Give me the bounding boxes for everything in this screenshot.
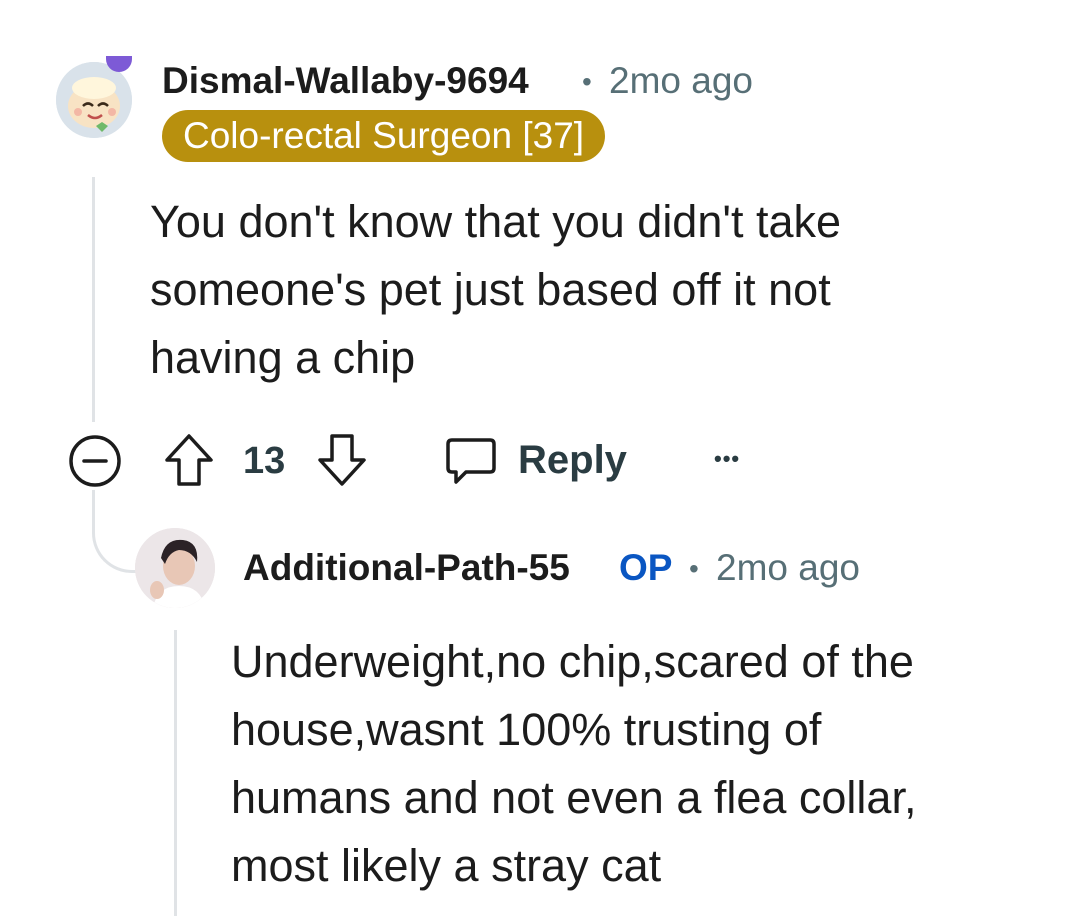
minus-circle-icon: [69, 435, 121, 487]
comment-body-line: someone's pet just based off it not: [150, 264, 831, 315]
reply-meta-separator: •: [689, 553, 699, 584]
op-badge: OP: [619, 547, 673, 588]
reply-body-line: most likely a stray cat: [231, 840, 662, 891]
user-flair: Colo-rectal Surgeon [37]: [162, 110, 606, 162]
reply-body-line: Underweight,no chip,scared of the: [231, 636, 914, 687]
reply-body: Underweight,no chip,scared of the house,…: [231, 628, 1061, 900]
vote-score: 13: [243, 440, 286, 482]
thread-line-top: [92, 177, 95, 422]
reply-username[interactable]: Additional-Path-55: [243, 547, 570, 589]
reply-timestamp: 2mo ago: [716, 547, 860, 588]
comment-body: You don't know that you didn't take some…: [150, 188, 1030, 392]
comment-meta-separator: •: [582, 66, 592, 97]
reply-avatar[interactable]: [135, 528, 215, 608]
thread-line-reply: [174, 630, 177, 916]
snoo-avatar-icon: [56, 62, 132, 138]
comment-username[interactable]: Dismal-Wallaby-9694: [162, 60, 529, 102]
comment-body-line: You don't know that you didn't take: [150, 196, 842, 247]
collapse-button[interactable]: [68, 434, 122, 488]
comment-timestamp: 2mo ago: [609, 60, 753, 101]
thread-line-branch: [92, 490, 140, 573]
reply-body-line: house,wasnt 100% trusting of: [231, 704, 822, 755]
speech-bubble-icon: [446, 438, 496, 484]
avatar[interactable]: [56, 62, 132, 138]
downvote-button[interactable]: [316, 432, 368, 488]
reply-label: Reply: [518, 438, 627, 482]
more-options-button[interactable]: •••: [714, 446, 740, 472]
arrow-down-icon: [318, 434, 366, 486]
upvote-button[interactable]: [163, 432, 215, 488]
profile-photo-icon: [135, 528, 215, 608]
reply-body-line: humans and not even a flea collar,: [231, 772, 917, 823]
reply-button[interactable]: Reply: [444, 432, 627, 488]
arrow-up-icon: [165, 434, 213, 486]
comment-body-line: having a chip: [150, 332, 416, 383]
